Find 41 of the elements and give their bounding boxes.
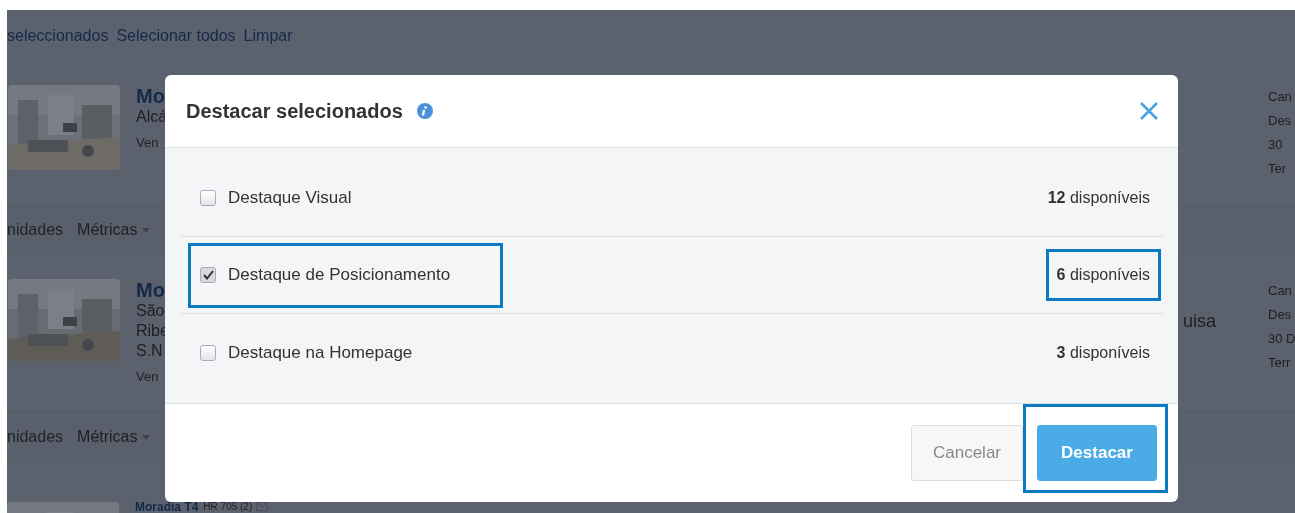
selection-link[interactable]: Limpar: [243, 27, 293, 45]
listing-title[interactable]: Moradia T4: [135, 502, 199, 513]
listing-detail: Can: [1268, 88, 1292, 106]
listing-detail: 30 D: [1268, 330, 1295, 348]
cancel-button[interactable]: Cancelar: [911, 425, 1023, 481]
listing-title[interactable]: Mo: [136, 85, 165, 107]
checkbox[interactable]: [200, 344, 216, 361]
selection-count: seleccionados: [7, 27, 109, 45]
checkbox[interactable]: [200, 190, 216, 206]
metrics-menu[interactable]: Métricas: [77, 221, 150, 239]
caret-icon: [141, 227, 150, 233]
listing-detail: Can: [1268, 282, 1292, 300]
listing-info: uisa: [1183, 311, 1218, 332]
listing-detail: 30: [1268, 136, 1283, 154]
option-label[interactable]: Destaque de Posicionamento: [228, 265, 451, 285]
listing-detail: Terr: [1268, 354, 1291, 372]
listing-reference: HR 705 (2): [203, 502, 253, 512]
listing-title[interactable]: Mo: [136, 279, 165, 301]
envelope-icon: [256, 502, 269, 511]
info-icon[interactable]: [416, 103, 433, 119]
listing-detail: Ter: [1268, 160, 1287, 178]
option-label[interactable]: Destaque na Homepage: [228, 342, 413, 363]
dialog-title: Destacar selecionados: [186, 99, 403, 123]
listing-address: São: [136, 301, 165, 321]
checkbox[interactable]: [200, 267, 216, 283]
listing-address: S.N: [136, 341, 163, 361]
listing-detail: Des: [1268, 112, 1292, 130]
units-label: nidades: [7, 221, 64, 239]
caret-icon: [141, 434, 150, 440]
confirm-button[interactable]: Destacar: [1037, 425, 1157, 481]
listing-type: Ven: [136, 369, 159, 384]
option-label[interactable]: Destaque Visual: [228, 188, 352, 208]
available-count: 6 disponíveis: [1056, 266, 1150, 284]
listing-detail: Des: [1268, 306, 1292, 324]
selection-link[interactable]: Selecionar todos: [116, 27, 236, 45]
available-count: 12 disponíveis: [1047, 189, 1150, 207]
available-count: 3 disponíveis: [1056, 343, 1150, 362]
listing-type: Ven: [136, 135, 159, 150]
units-label: nidades: [7, 428, 64, 446]
close-button[interactable]: [1138, 100, 1160, 122]
metrics-menu[interactable]: Métricas: [77, 428, 150, 446]
